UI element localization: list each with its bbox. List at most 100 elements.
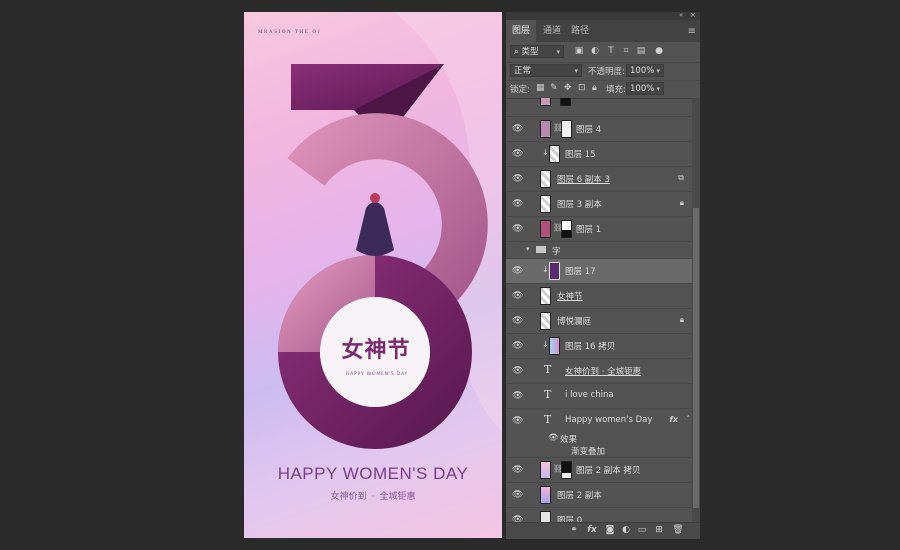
layer-row[interactable]: 👁︎ 图层 6 副本 3 ⧉ bbox=[506, 166, 692, 191]
layer-name: 图层 4 bbox=[576, 125, 602, 135]
layer-mask-thumbnail bbox=[560, 98, 571, 106]
eye-icon[interactable]: 👁︎ bbox=[512, 124, 523, 134]
layer-row[interactable]: 👁︎ 女神节 bbox=[506, 283, 692, 308]
filter-toggle-icon[interactable]: ● bbox=[654, 46, 664, 56]
close-panel-button[interactable]: × bbox=[690, 11, 696, 19]
layer-thumbnail bbox=[549, 145, 560, 163]
filter-pixel-icon[interactable]: ▣ bbox=[574, 46, 584, 56]
eye-icon[interactable]: 👁︎ bbox=[512, 416, 523, 426]
filter-adjustment-icon[interactable]: ◐ bbox=[590, 46, 600, 56]
fill-label: 填充: bbox=[606, 85, 626, 95]
new-group-icon[interactable]: ▭ bbox=[636, 525, 648, 535]
eye-icon[interactable]: 👁︎ bbox=[512, 391, 523, 401]
layer-name: 女神价到 · 全城钜惠 bbox=[565, 367, 642, 377]
add-style-icon[interactable]: fx bbox=[586, 525, 598, 535]
eye-icon[interactable]: 👁︎ bbox=[512, 316, 523, 326]
collapse-panel-button[interactable]: « bbox=[679, 11, 683, 19]
blend-mode-select[interactable]: 正常 ▾ bbox=[510, 64, 582, 77]
layer-row[interactable]: 👁︎ 图层 0 bbox=[506, 507, 692, 522]
layer-row[interactable]: 👁︎ ⛓︎ 图层 1 bbox=[506, 216, 692, 241]
lock-label: 锁定: bbox=[510, 85, 530, 95]
chevron-up-icon[interactable]: ˄ bbox=[687, 415, 691, 423]
layers-list: 👁︎ ⛓︎ 图层 4 👁︎ ↓ 图层 15 👁︎ 图层 6 副本 3 ⧉ 👁︎ … bbox=[506, 98, 692, 522]
layer-row[interactable]: 👁︎ 图层 3 副本 🔒︎ bbox=[506, 191, 692, 216]
poster-subtitle: 女神价到 · 全城钜惠 bbox=[244, 489, 502, 502]
new-adjustment-icon[interactable]: ◐ bbox=[620, 525, 632, 535]
layer-name: 女神节 bbox=[557, 292, 583, 302]
opacity-value: 100% bbox=[630, 66, 655, 76]
layer-thumbnail bbox=[549, 337, 560, 355]
opacity-label: 不透明度: bbox=[588, 67, 625, 77]
eye-icon[interactable]: 👁︎ bbox=[512, 465, 523, 475]
layers-panel: « × 图层 通道 路径 ≡ ⌕ 类型 ▾ ▣ ◐ T ⌗ ▤ ● 正常 ▾ 不… bbox=[506, 11, 700, 539]
logo-title-zh: 女神节 bbox=[341, 337, 411, 363]
layer-row[interactable]: 👁︎ ↓ 图层 15 bbox=[506, 141, 692, 166]
eye-icon[interactable]: 👁︎ bbox=[548, 433, 559, 443]
figure-head bbox=[370, 193, 380, 203]
poster-canvas: MRASION THE OJ 女神节 HAPPY WOMEN'S DAY HAP… bbox=[244, 12, 502, 538]
eye-icon[interactable]: 👁︎ bbox=[512, 224, 523, 234]
opacity-input[interactable]: 100% ▾ bbox=[626, 64, 664, 77]
link-layers-icon[interactable]: ⚭ bbox=[568, 525, 580, 535]
lock-transparency-icon[interactable]: ▦ bbox=[536, 83, 545, 93]
layer-thumbnail bbox=[540, 461, 551, 479]
new-layer-icon[interactable]: ⊞ bbox=[653, 525, 665, 535]
poster-artwork bbox=[278, 12, 502, 449]
layer-name: 图层 17 bbox=[565, 267, 596, 277]
eye-icon[interactable]: 👁︎ bbox=[512, 490, 523, 500]
tab-channels[interactable]: 通道 bbox=[537, 20, 567, 42]
lock-icon: 🔒︎ bbox=[679, 315, 684, 324]
lock-pixels-icon[interactable]: ✎ bbox=[550, 83, 558, 93]
clipping-arrow-icon: ↓ bbox=[542, 340, 549, 349]
layer-name: 图层 6 副本 3 bbox=[557, 175, 610, 185]
eye-icon[interactable]: 👁︎ bbox=[512, 199, 523, 209]
layer-fx-badge[interactable]: fx bbox=[669, 415, 678, 424]
eye-icon[interactable]: 👁︎ bbox=[512, 341, 523, 351]
fill-input[interactable]: 100% ▾ bbox=[626, 82, 664, 95]
eye-icon[interactable]: 👁︎ bbox=[512, 515, 523, 522]
filter-shape-icon[interactable]: ⌗ bbox=[621, 46, 631, 56]
lock-all-icon[interactable]: 🔒︎ bbox=[592, 83, 597, 93]
delete-layer-icon[interactable]: 🗑︎ bbox=[672, 525, 684, 535]
layer-row[interactable]: 👁︎ 博悦瀾庭 🔒︎ bbox=[506, 308, 692, 333]
filter-kind-select[interactable]: ⌕ 类型 ▾ bbox=[510, 45, 564, 58]
eye-icon[interactable]: 👁︎ bbox=[512, 149, 523, 159]
eye-icon[interactable]: 👁︎ bbox=[512, 266, 523, 276]
eye-icon[interactable]: 👁︎ bbox=[512, 291, 523, 301]
clipping-arrow-icon: ↓ bbox=[542, 265, 549, 274]
panel-menu-icon[interactable]: ≡ bbox=[688, 26, 696, 37]
tab-paths[interactable]: 路径 bbox=[565, 20, 595, 42]
clipping-arrow-icon: ↓ bbox=[542, 148, 549, 157]
logo-subtitle-en: HAPPY WOMEN'S DAY bbox=[346, 372, 409, 377]
filter-smartobject-icon[interactable]: ▤ bbox=[636, 46, 646, 56]
lock-position-icon[interactable]: ✥ bbox=[564, 83, 572, 93]
layer-row[interactable]: 👁︎ ⛓︎ 图层 2 副本 拷贝 bbox=[506, 457, 692, 482]
poster-headline: HAPPY WOMEN'S DAY bbox=[277, 464, 469, 483]
layer-row[interactable]: 👁︎ ↓ 图层 16 拷贝 bbox=[506, 333, 692, 358]
chevron-down-icon: ▾ bbox=[656, 67, 660, 75]
layers-scrollbar[interactable] bbox=[692, 98, 700, 522]
layer-row[interactable]: 👁︎ T i love china bbox=[506, 383, 692, 408]
search-icon: ⌕ bbox=[514, 47, 519, 57]
layer-thumbnail bbox=[540, 195, 551, 213]
scrollbar-thumb[interactable] bbox=[693, 208, 699, 508]
layer-thumbnail bbox=[540, 220, 551, 238]
layer-row[interactable]: 👁︎ ⛓︎ 图层 4 bbox=[506, 116, 692, 141]
filter-type-icon[interactable]: T bbox=[606, 46, 616, 56]
layer-row[interactable]: 👁︎ T 女神价到 · 全城钜惠 bbox=[506, 358, 692, 383]
layer-row[interactable]: 👁︎ ↓ 图层 17 bbox=[506, 258, 692, 283]
eye-icon[interactable]: 👁︎ bbox=[512, 174, 523, 184]
poster-sub-left: 女神价到 bbox=[330, 492, 367, 502]
poster-brand: MRASION THE OJ bbox=[258, 30, 322, 35]
tab-layers[interactable]: 图层 bbox=[506, 20, 537, 42]
layer-group-row[interactable]: ▾ 字 bbox=[506, 241, 692, 258]
chevron-down-icon[interactable]: ▾ bbox=[526, 245, 530, 253]
smart-object-icon: ⧉ bbox=[678, 173, 684, 182]
layer-row[interactable]: 👁︎ 图层 2 副本 bbox=[506, 482, 692, 507]
layer-row[interactable]: 👁︎ T Happy women's Day fx ˄ 👁︎ 效果 渐变叠加 bbox=[506, 408, 692, 457]
add-mask-icon[interactable]: ◙ bbox=[604, 525, 616, 535]
lock-artboard-icon[interactable]: ⊡ bbox=[578, 83, 586, 93]
eye-icon[interactable]: 👁︎ bbox=[512, 366, 523, 376]
fill-value: 100% bbox=[630, 84, 655, 94]
layer-row-partial[interactable] bbox=[506, 98, 692, 109]
